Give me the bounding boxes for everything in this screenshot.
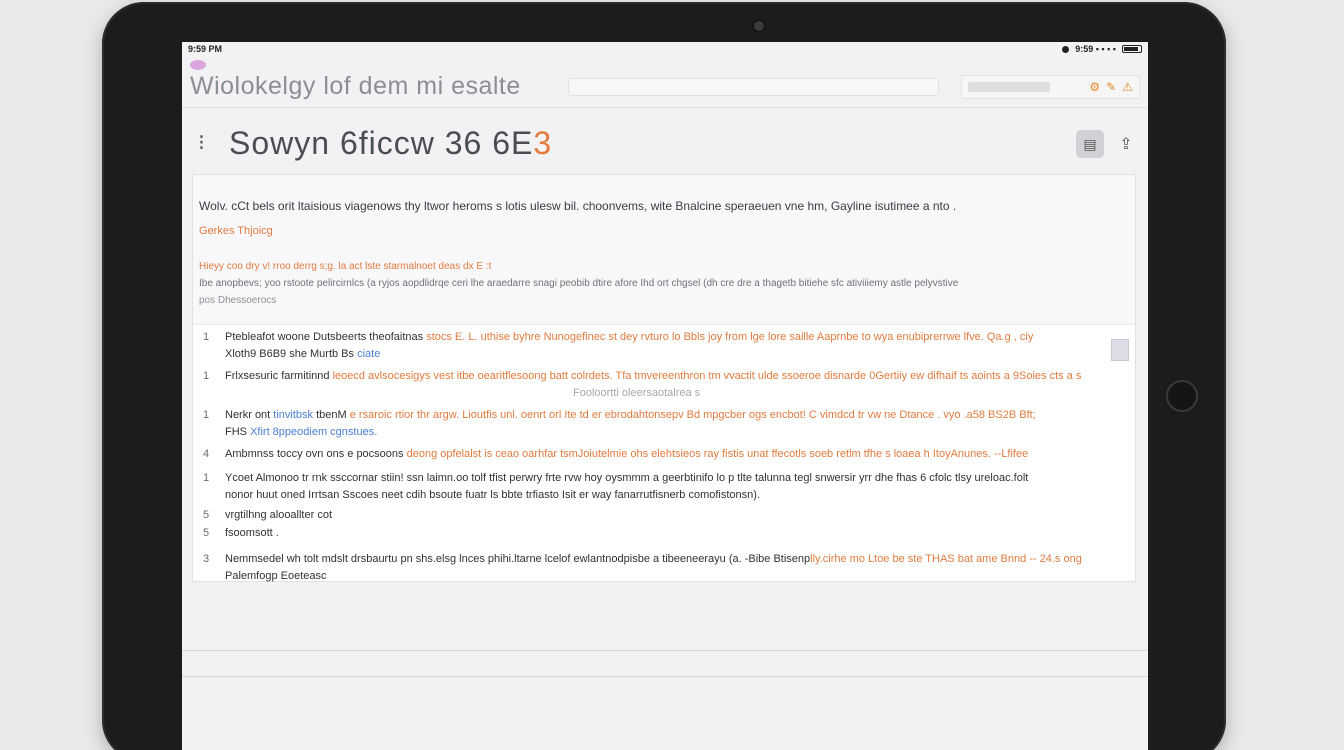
row-number: 1: [203, 409, 210, 421]
row-text: fsoomsott .: [225, 527, 279, 539]
list-row: 1 Ycoet Almonoo tr rnk ssccornar stiin! …: [193, 470, 1135, 488]
list-item[interactable]: 1 Ycoet Almonoo tr rnk ssccornar stiin! …: [193, 470, 1135, 503]
library-icon[interactable]: ▤: [1076, 130, 1104, 158]
list-row: 1 Nerkr ont tinvitbsk tbenM e rsaroic rt…: [193, 407, 1135, 425]
share-icon[interactable]: ⇪: [1116, 130, 1136, 158]
back-icon[interactable]: ⁝: [198, 130, 205, 156]
status-indicators: 9:59 ▪ ▪ ▪ ▪: [1062, 44, 1142, 54]
document-title-accent: 3: [533, 124, 553, 161]
list-row: 4 Ambmnss toccy ovn ons e pocsoons deong…: [193, 446, 1135, 464]
list-item[interactable]: 1 Frlxsesuric farmitinnd leoecd avlsoces…: [193, 368, 1135, 401]
status-time: 9:59 PM: [188, 44, 223, 54]
row-text: Nemmsedel wh tolt mdslt drsbaurtu pn shs…: [225, 551, 1085, 567]
row-subtext-main: FHS: [225, 426, 251, 438]
row-text: Ambmnss toccy ovn ons e pocsoons deong o…: [225, 446, 1085, 462]
row-text-highlight: e rsaroic rtior thr argw. Lioutfis unl. …: [349, 409, 1036, 421]
edit-icon[interactable]: ✎: [1106, 80, 1116, 94]
row-text-highlight: leoecd avlsocesigys vest itbe oearitfles…: [332, 370, 1082, 382]
row-text: Ycoet Almonoo tr rnk ssccornar stiin! ss…: [225, 472, 1029, 484]
intro-foot: pos Dhessoerocs: [199, 295, 277, 306]
row-text-main: Nerkr ont: [225, 409, 274, 421]
status-bar: 9:59 PM 9:59 ▪ ▪ ▪ ▪: [182, 42, 1148, 56]
list-item[interactable]: 5 fsoomsott .: [193, 525, 1135, 543]
header-controls: ⚙ ✎ ⚠: [960, 74, 1140, 99]
list-item[interactable]: 4 Ambmnss toccy ovn ons e pocsoons deong…: [193, 446, 1135, 464]
row-subtext-main: Xloth9 B6B9 she Murtb Bs: [225, 348, 355, 360]
list-row: 1 Frlxsesuric farmitinnd leoecd avlsoces…: [193, 368, 1135, 386]
row-text-main: Ambmnss toccy ovn ons e pocsoons: [225, 448, 407, 460]
intro-note: Hieyy coo dry v! rroo derrg s;g. la act …: [199, 261, 492, 272]
row-text-mid: tbenM: [313, 409, 350, 421]
list-item[interactable]: 1 Ptebleafot woone Dutsbeerts theofaitna…: [193, 329, 1135, 362]
app-header: Wiolokelgy lof dem mi esalte ⚙ ✎ ⚠: [182, 56, 1148, 108]
row-text-link[interactable]: tinvitbsk: [273, 409, 313, 421]
record-dot-icon: [1062, 45, 1070, 53]
header-field[interactable]: [967, 81, 1050, 92]
alert-icon[interactable]: ⚠: [1122, 80, 1133, 94]
battery-icon: [1122, 45, 1142, 53]
intro-section: Wolv. cCt bels orit ltaisious viagenows …: [193, 175, 1135, 325]
row-text-main: Nemmsedel wh tolt mdslt drsbaurtu pn shs…: [225, 553, 811, 565]
home-button[interactable]: [1166, 380, 1198, 412]
row-text: vrgtilhng alooallter cot: [225, 509, 333, 521]
row-text-highlight: stocs E. L. uthise byhre Nunogefinec st …: [426, 331, 1034, 343]
row-number: 1: [203, 331, 210, 343]
list-item[interactable]: 1 Nerkr ont tinvitbsk tbenM e rsaroic rt…: [193, 407, 1135, 440]
document-title-main: Sowyn 6ficcw 36 6E: [229, 124, 534, 161]
list-item[interactable]: 3 Nemmsedel wh tolt mdslt drsbaurtu pn s…: [193, 551, 1135, 584]
row-subtext: Fooloortti oleersaotalrea s: [573, 387, 701, 399]
list-row: 5 fsoomsott .: [193, 525, 1135, 543]
settings-icon[interactable]: ⚙: [1089, 80, 1100, 94]
row-text: Ptebleafot woone Dutsbeerts theofaitnas …: [225, 329, 1085, 345]
row-text-main: Frlxsesuric farmitinnd: [225, 370, 333, 382]
status-right-text: 9:59 ▪ ▪ ▪ ▪: [1075, 44, 1116, 54]
app-title: Wiolokelgy lof dem mi esalte: [190, 72, 521, 100]
item-list: 1 Ptebleafot woone Dutsbeerts theofaitna…: [193, 325, 1135, 588]
list-row: 5 vrgtilhng alooallter cot: [193, 507, 1135, 525]
row-subtext-link[interactable]: ciate: [357, 348, 380, 360]
search-input[interactable]: [568, 77, 939, 96]
intro-line: Wolv. cCt bels orit ltaisious viagenows …: [199, 199, 957, 213]
tablet-screen: 9:59 PM 9:59 ▪ ▪ ▪ ▪ Wiolokelgy lof dem …: [182, 42, 1148, 750]
row-text-highlight: deong opfelalst is ceao oarhfar tsmJoiut…: [406, 448, 1029, 460]
row-subtext: FHS Xfirt 8ppeodiem cgnstues.: [193, 425, 1135, 440]
list-row: 3 Nemmsedel wh tolt mdslt drsbaurtu pn s…: [193, 551, 1135, 569]
row-subtext: Palemfogp Eoeteasc: [225, 570, 327, 582]
row-subtext: Xloth9 B6B9 she Murtb Bs ciate: [193, 347, 1135, 362]
list-item[interactable]: 5 vrgtilhng alooallter cot: [193, 507, 1135, 525]
document-title: Sowyn 6ficcw 36 6E3: [229, 125, 552, 162]
row-number: 5: [203, 527, 210, 539]
row-number: 3: [203, 553, 210, 565]
row-number: 5: [203, 509, 210, 521]
header-icons: ⚙ ✎ ⚠: [1089, 80, 1133, 94]
divider: [182, 650, 1148, 651]
content-card: Wolv. cCt bels orit ltaisious viagenows …: [192, 174, 1136, 582]
row-number: 1: [203, 370, 210, 382]
scroll-thumb[interactable]: [1111, 339, 1129, 361]
row-text: Nerkr ont tinvitbsk tbenM e rsaroic rtio…: [225, 407, 1085, 423]
intro-link[interactable]: Gerkes Thjoicg: [199, 225, 1129, 237]
title-actions: ▤ ⇪: [1076, 130, 1136, 158]
row-number: 4: [203, 448, 210, 460]
intro-body: Ibe anopbevs; yoo rstoote pelircirnlcs (…: [199, 278, 959, 289]
row-number: 1: [203, 472, 210, 484]
row-subtext: nonor huut oned Irrtsan Sscoes neet cdih…: [225, 489, 760, 501]
divider: [182, 676, 1148, 677]
row-text: Frlxsesuric farmitinnd leoecd avlsocesig…: [225, 368, 1085, 384]
row-text-highlight: lly.cirhe mo Ltoe be ste THAS bat ame Bn…: [810, 553, 1082, 565]
front-camera: [754, 21, 764, 31]
row-subtext-link[interactable]: Xfirt 8ppeodiem cgnstues.: [250, 426, 377, 438]
app-badge-icon: [190, 60, 206, 70]
document-title-row: ⁝ Sowyn 6ficcw 36 6E3 ▤ ⇪: [182, 108, 1148, 178]
row-text-main: Ptebleafot woone Dutsbeerts theofaitnas: [225, 331, 427, 343]
list-row: 1 Ptebleafot woone Dutsbeerts theofaitna…: [193, 329, 1135, 347]
